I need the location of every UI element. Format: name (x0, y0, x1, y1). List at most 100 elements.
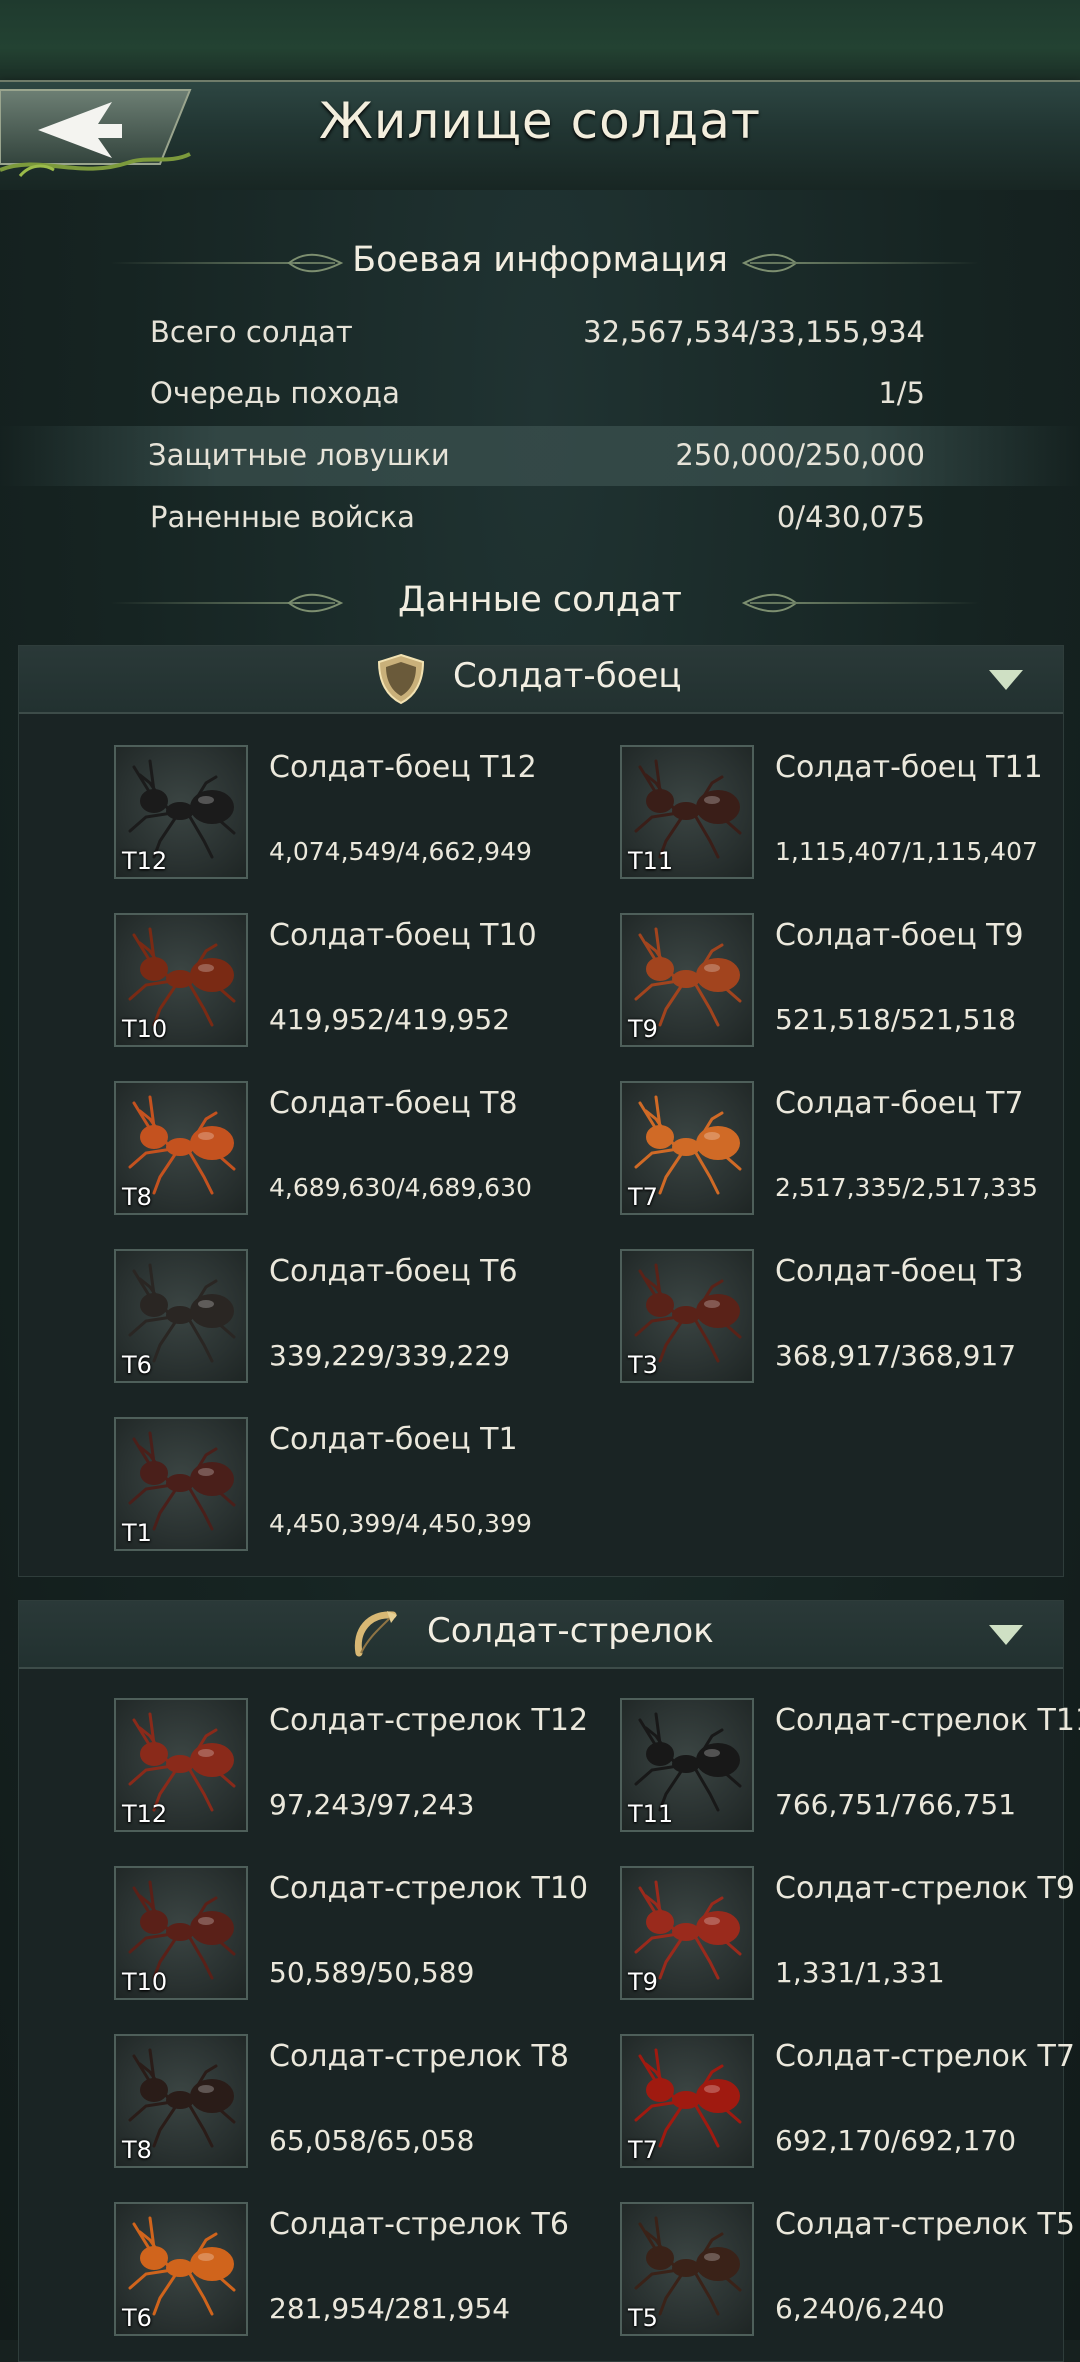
unit-thumbnail: T6 (114, 2202, 248, 2336)
unit-card[interactable]: T7 Солдат-боец Т7 2,517,335/2,517,335 (620, 1081, 1080, 1221)
tier-badge: T10 (122, 1015, 168, 1043)
unit-count: 2,517,335/2,517,335 (775, 1173, 1038, 1202)
unit-card[interactable]: T3 Солдат-боец Т3 368,917/368,917 (620, 1249, 1080, 1389)
tier-badge: T10 (122, 1968, 168, 1996)
unit-count: 97,243/97,243 (269, 1788, 475, 1821)
unit-name: Солдат-боец Т11 (775, 750, 1043, 785)
unit-thumbnail: T11 (620, 745, 754, 879)
unit-thumbnail: T11 (620, 1698, 754, 1832)
chevron-down-icon[interactable] (989, 1625, 1023, 1645)
battle-info-heading: Боевая информация (352, 240, 728, 280)
unit-card[interactable]: T11 Солдат-стрелок Т11 766,751/766,751 (620, 1698, 1080, 1838)
unit-name: Солдат-стрелок Т9 (775, 1871, 1075, 1906)
soldier-data-heading: Данные солдат (398, 580, 682, 620)
unit-name: Солдат-боец Т6 (269, 1254, 518, 1289)
unit-count: 281,954/281,954 (269, 2292, 511, 2325)
unit-thumbnail: T9 (620, 1866, 754, 2000)
unit-name: Солдат-боец Т10 (269, 918, 537, 953)
unit-name: Солдат-стрелок Т10 (269, 1871, 589, 1906)
unit-card[interactable]: T5 Солдат-стрелок Т5 6,240/6,240 (620, 2202, 1080, 2342)
unit-thumbnail: T6 (114, 1249, 248, 1383)
stat-value: 1/5 (878, 376, 925, 410)
tier-badge: T9 (628, 1015, 658, 1043)
stat-row-total-soldiers: Всего солдат 32,567,534/33,155,934 (110, 303, 970, 363)
stat-label: Очередь похода (150, 376, 400, 410)
unit-card[interactable]: T12 Солдат-стрелок Т12 97,243/97,243 (114, 1698, 614, 1838)
unit-count: 368,917/368,917 (775, 1339, 1017, 1372)
unit-name: Солдат-боец Т8 (269, 1086, 518, 1121)
unit-name: Солдат-боец Т3 (775, 1254, 1024, 1289)
unit-count: 4,450,399/4,450,399 (269, 1509, 532, 1538)
tier-badge: T5 (628, 2304, 658, 2332)
unit-card[interactable]: T12 Солдат-боец Т12 4,074,549/4,662,949 (114, 745, 614, 885)
unit-name: Солдат-боец Т7 (775, 1086, 1024, 1121)
tier-badge: T8 (122, 1183, 152, 1211)
category-header-shooter[interactable]: Солдат-стрелок (19, 1601, 1063, 1669)
unit-count: 339,229/339,229 (269, 1339, 511, 1372)
category-title: Солдат-стрелок (427, 1611, 714, 1651)
stat-label: Раненные войска (150, 500, 415, 534)
unit-thumbnail: T12 (114, 1698, 248, 1832)
unit-card[interactable]: T11 Солдат-боец Т11 1,115,407/1,115,407 (620, 745, 1080, 885)
unit-name: Солдат-стрелок Т8 (269, 2039, 569, 2074)
unit-thumbnail: T8 (114, 1081, 248, 1215)
heading-divider-right (790, 602, 980, 604)
stat-value: 0/430,075 (776, 500, 925, 534)
tier-badge: T11 (628, 1800, 674, 1828)
unit-name: Солдат-стрелок Т12 (269, 1703, 589, 1738)
heading-divider-right (790, 262, 980, 264)
unit-thumbnail: T10 (114, 1866, 248, 2000)
unit-name: Солдат-боец Т1 (269, 1422, 518, 1457)
stat-row-wounded: Раненные войска 0/430,075 (110, 488, 970, 548)
tier-badge: T7 (628, 2136, 658, 2164)
unit-name: Солдат-стрелок Т6 (269, 2207, 569, 2242)
unit-name: Солдат-стрелок Т5 (775, 2207, 1075, 2242)
unit-card[interactable]: T7 Солдат-стрелок Т7 692,170/692,170 (620, 2034, 1080, 2174)
tier-badge: T9 (628, 1968, 658, 1996)
unit-name: Солдат-стрелок Т7 (775, 2039, 1075, 2074)
unit-card[interactable]: T6 Солдат-боец Т6 339,229/339,229 (114, 1249, 614, 1389)
tier-badge: T3 (628, 1351, 658, 1379)
unit-card[interactable]: T8 Солдат-боец Т8 4,689,630/4,689,630 (114, 1081, 614, 1221)
stat-label: Всего солдат (150, 315, 353, 349)
tier-badge: T12 (122, 847, 168, 875)
chevron-down-icon[interactable] (989, 670, 1023, 690)
stat-row-march-queue: Очередь похода 1/5 (110, 364, 970, 424)
unit-thumbnail: T7 (620, 2034, 754, 2168)
tier-badge: T7 (628, 1183, 658, 1211)
unit-count: 419,952/419,952 (269, 1003, 511, 1036)
tier-badge: T6 (122, 1351, 152, 1379)
tier-badge: T12 (122, 1800, 168, 1828)
unit-thumbnail: T8 (114, 2034, 248, 2168)
category-header-fighter[interactable]: Солдат-боец (19, 646, 1063, 714)
unit-card[interactable]: T10 Солдат-стрелок Т10 50,589/50,589 (114, 1866, 614, 2006)
page-title: Жилище солдат (319, 92, 761, 150)
tier-badge: T8 (122, 2136, 152, 2164)
unit-count: 1,115,407/1,115,407 (775, 837, 1038, 866)
unit-card[interactable]: T10 Солдат-боец Т10 419,952/419,952 (114, 913, 614, 1053)
tier-badge: T1 (122, 1519, 152, 1547)
bow-icon (354, 1611, 397, 1657)
unit-thumbnail: T1 (114, 1417, 248, 1551)
unit-count: 65,058/65,058 (269, 2124, 475, 2157)
unit-thumbnail: T3 (620, 1249, 754, 1383)
unit-card[interactable]: T6 Солдат-стрелок Т6 281,954/281,954 (114, 2202, 614, 2342)
unit-count: 4,689,630/4,689,630 (269, 1173, 532, 1202)
unit-thumbnail: T10 (114, 913, 248, 1047)
tier-badge: T11 (628, 847, 674, 875)
tier-badge: T6 (122, 2304, 152, 2332)
stat-row-traps: Защитные ловушки 250,000/250,000 (0, 426, 1080, 486)
shield-icon (377, 653, 425, 705)
unit-thumbnail: T5 (620, 2202, 754, 2336)
unit-card[interactable]: T9 Солдат-стрелок Т9 1,331/1,331 (620, 1866, 1080, 2006)
unit-name: Солдат-боец Т12 (269, 750, 537, 785)
unit-card[interactable]: T1 Солдат-боец Т1 4,450,399/4,450,399 (114, 1417, 614, 1557)
unit-count: 521,518/521,518 (775, 1003, 1017, 1036)
unit-card[interactable]: T8 Солдат-стрелок Т8 65,058/65,058 (114, 2034, 614, 2174)
unit-count: 6,240/6,240 (775, 2292, 945, 2325)
unit-card[interactable]: T9 Солдат-боец Т9 521,518/521,518 (620, 913, 1080, 1053)
stat-value: 32,567,534/33,155,934 (583, 315, 925, 349)
category-title: Солдат-боец (453, 656, 682, 696)
unit-thumbnail: T7 (620, 1081, 754, 1215)
unit-count: 1,331/1,331 (775, 1956, 945, 1989)
